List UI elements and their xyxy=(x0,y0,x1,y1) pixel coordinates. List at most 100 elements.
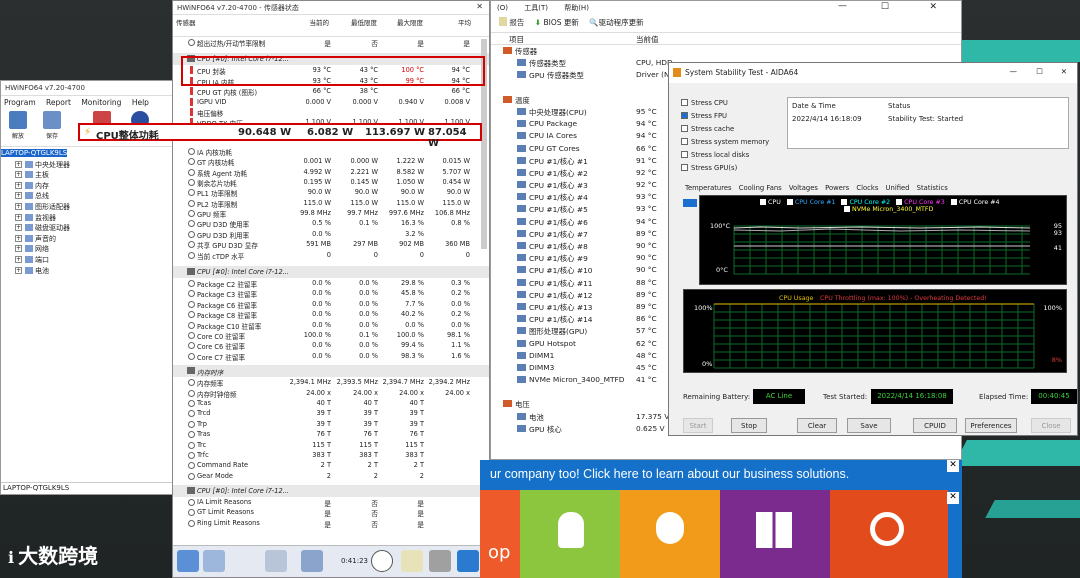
sensor-row[interactable]: Gear Mode 2 2 2 xyxy=(173,471,489,481)
minimize-icon[interactable]: — xyxy=(1010,67,1018,76)
tree-item[interactable]: + 网络 xyxy=(1,244,174,255)
expand-icon[interactable]: + xyxy=(15,224,22,232)
tree-root-label[interactable]: LAPTOP-QTGLK9LS xyxy=(1,149,68,157)
tree-item[interactable]: + 端口 xyxy=(1,255,174,266)
tree-item[interactable]: + 声音的 xyxy=(1,234,174,245)
stress-checkbox[interactable]: Stress GPU(s) xyxy=(681,164,737,172)
tree-item[interactable]: + 主板 xyxy=(1,170,174,181)
sensor-row[interactable]: 剩余芯片功耗 0.195 W 0.145 W 1.050 W 0.454 W xyxy=(173,177,489,188)
sensor-row[interactable]: Trcd 39 T 39 T 39 T xyxy=(173,408,489,418)
report-button[interactable]: 报告 xyxy=(499,17,524,27)
arrows-icon[interactable] xyxy=(203,550,225,572)
checkbox-icon[interactable] xyxy=(681,112,688,119)
sensor-row[interactable]: GT 内核功耗 0.001 W 0.000 W 1.222 W 0.015 W xyxy=(173,156,489,167)
expand-icon[interactable]: + xyxy=(15,160,22,168)
close-icon[interactable]: ✕ xyxy=(947,460,959,472)
expand-icon[interactable]: + xyxy=(15,234,22,242)
expand-icon[interactable]: + xyxy=(15,213,22,221)
maximize-icon[interactable]: ☐ xyxy=(881,2,889,12)
tab-statistics[interactable]: Statistics xyxy=(917,184,948,192)
arrows-icon[interactable] xyxy=(177,550,199,572)
tree-item[interactable]: + 图形适配器 xyxy=(1,202,174,213)
sensor-row[interactable]: 传感器 xyxy=(491,45,961,57)
sensor-row[interactable]: 当前 cTDP 水平 0 0 0 0 xyxy=(173,250,489,261)
menu-item[interactable]: (O) xyxy=(497,4,508,12)
checkbox-icon[interactable] xyxy=(760,199,766,205)
header-avg[interactable]: 平均 xyxy=(458,17,471,27)
sensor-row[interactable]: Package C2 驻留率 0.0 % 0.0 % 29.8 % 0.3 % xyxy=(173,278,489,289)
sensor-row[interactable]: GPU 频率 99.8 MHz 99.7 MHz 997.6 MHz 106.8 MHz xyxy=(173,208,489,219)
cpuid-button[interactable]: CPUID xyxy=(913,418,957,433)
checkbox-icon[interactable] xyxy=(681,99,688,106)
expand-icon[interactable]: + xyxy=(15,192,22,200)
expand-icon[interactable]: + xyxy=(15,245,22,253)
checkbox-icon[interactable] xyxy=(844,206,850,212)
menu-report[interactable]: Report xyxy=(46,98,71,107)
sensor-row[interactable]: Tcas 40 T 40 T 40 T xyxy=(173,398,489,408)
save-report-button[interactable]: 保存 xyxy=(37,111,67,140)
gear-icon[interactable] xyxy=(429,550,451,572)
close-button[interactable]: Close xyxy=(1031,418,1071,433)
checkbox-icon[interactable] xyxy=(841,199,848,205)
tree-item[interactable]: + 监视器 xyxy=(1,213,174,224)
sensor-row[interactable]: GPU D3D 利用率 0.0 % 3.2 % xyxy=(173,229,489,240)
sensor-row[interactable]: Package C10 驻留率 0.0 % 0.0 % 0.0 % 0.0 % xyxy=(173,320,489,331)
checkbox-icon[interactable] xyxy=(681,138,688,145)
menu-program[interactable]: Program xyxy=(4,98,36,107)
tree-item[interactable]: + 内存 xyxy=(1,181,174,192)
sensor-row[interactable]: IGPU VID 0.000 V 0.000 V 0.940 V 0.008 V xyxy=(173,97,489,107)
bios-update-button[interactable]: ⬇ BIOS 更新 xyxy=(535,18,579,27)
stress-checkbox[interactable]: Stress local disks xyxy=(681,151,749,159)
expand-icon[interactable]: + xyxy=(15,266,22,274)
tab-clocks[interactable]: Clocks xyxy=(856,184,878,192)
sensor-row[interactable]: Command Rate 2 T 2 T 2 T xyxy=(173,460,489,470)
tree-item[interactable]: + 磁盘驱动器 xyxy=(1,223,174,234)
tree-item[interactable]: + 电池 xyxy=(1,266,174,277)
start-button[interactable]: Start xyxy=(683,418,713,433)
expand-icon[interactable]: + xyxy=(15,171,22,179)
ad-text[interactable]: ur company too! Click here to learn abou… xyxy=(490,467,849,481)
checkbox-icon[interactable] xyxy=(681,125,688,132)
minimize-icon[interactable]: — xyxy=(838,1,847,11)
sensor-row[interactable]: CPU GT 内核 (图形) 66 °C 38 °C 66 °C xyxy=(173,86,489,97)
sensor-row[interactable]: GT Limit Reasons 是否是 xyxy=(173,507,489,518)
checkbox-icon[interactable] xyxy=(896,199,903,205)
sensor-row[interactable]: Package C6 驻留率 0.0 % 0.0 % 7.7 % 0.0 % xyxy=(173,299,489,310)
checkbox-icon[interactable] xyxy=(681,164,688,171)
sensor-row[interactable]: 电压偏移 xyxy=(173,107,489,118)
menu-tools[interactable]: 工具(T) xyxy=(524,4,548,12)
close-icon[interactable]: ✕ xyxy=(476,2,483,11)
header-max[interactable]: 最大限度 xyxy=(397,17,423,27)
legend-item[interactable]: NVMe Micron_3400_MTFD xyxy=(844,206,933,213)
header-sensor[interactable]: 传感器 xyxy=(176,17,196,27)
section-header[interactable]: CPU [#0]: Intel Core i7-12... xyxy=(173,485,489,498)
expand-icon[interactable]: + xyxy=(15,202,22,210)
close-icon[interactable]: ✕ xyxy=(929,2,937,12)
sensor-row[interactable]: Trfc 383 T 383 T 383 T xyxy=(173,450,489,460)
tab-temperatures[interactable]: Temperatures xyxy=(685,184,732,192)
tab-cooling-fans[interactable]: Cooling Fans xyxy=(739,184,782,192)
tree-item[interactable]: + 总线 xyxy=(1,191,174,202)
tab-powers[interactable]: Powers xyxy=(825,184,849,192)
report-icon[interactable] xyxy=(401,550,423,572)
section-header[interactable]: CPU [#0]: Intel Core i7-12... xyxy=(173,266,489,279)
sensor-row[interactable]: 内存频率 2,394.1 MHz 2,393.5 MHz 2,394.7 MHz 2,3… xyxy=(173,377,489,388)
maximize-icon[interactable]: ☐ xyxy=(1036,67,1043,76)
sensor-row[interactable]: Core C6 驻留率 0.0 % 0.0 % 99.4 % 1.1 % xyxy=(173,340,489,351)
save-button[interactable]: Save xyxy=(847,418,891,433)
sensor-row[interactable]: GPU D3D 使用率 0.5 % 0.1 % 16.3 % 0.8 % xyxy=(173,218,489,229)
checkbox-icon[interactable] xyxy=(681,151,688,158)
sensor-row[interactable]: 超出过热/开动节率限制 是 否 是 是 xyxy=(173,37,489,48)
expand-icon[interactable]: + xyxy=(15,255,22,263)
sensor-row[interactable]: Ring Limit Reasons 是 否 是 xyxy=(173,518,489,529)
stress-checkbox[interactable]: Stress system memory xyxy=(681,138,769,146)
menu-monitoring[interactable]: Monitoring xyxy=(81,98,121,107)
sensor-row[interactable]: PL1 功率限制 90.0 W 90.0 W 90.0 W 90.0 W xyxy=(173,187,489,198)
close-icon[interactable] xyxy=(457,550,479,572)
sensor-row[interactable]: Core C0 驻留率 100.0 % 0.1 % 100.0 % 98.1 % xyxy=(173,330,489,341)
summary-button[interactable]: 解放 xyxy=(3,111,33,140)
ad-banner[interactable]: ur company too! Click here to learn abou… xyxy=(480,460,962,578)
close-icon[interactable]: ✕ xyxy=(947,492,959,504)
legend-item[interactable]: CPU Core #4 xyxy=(950,199,1000,206)
sensor-row[interactable]: Tras 76 T 76 T 76 T xyxy=(173,429,489,439)
